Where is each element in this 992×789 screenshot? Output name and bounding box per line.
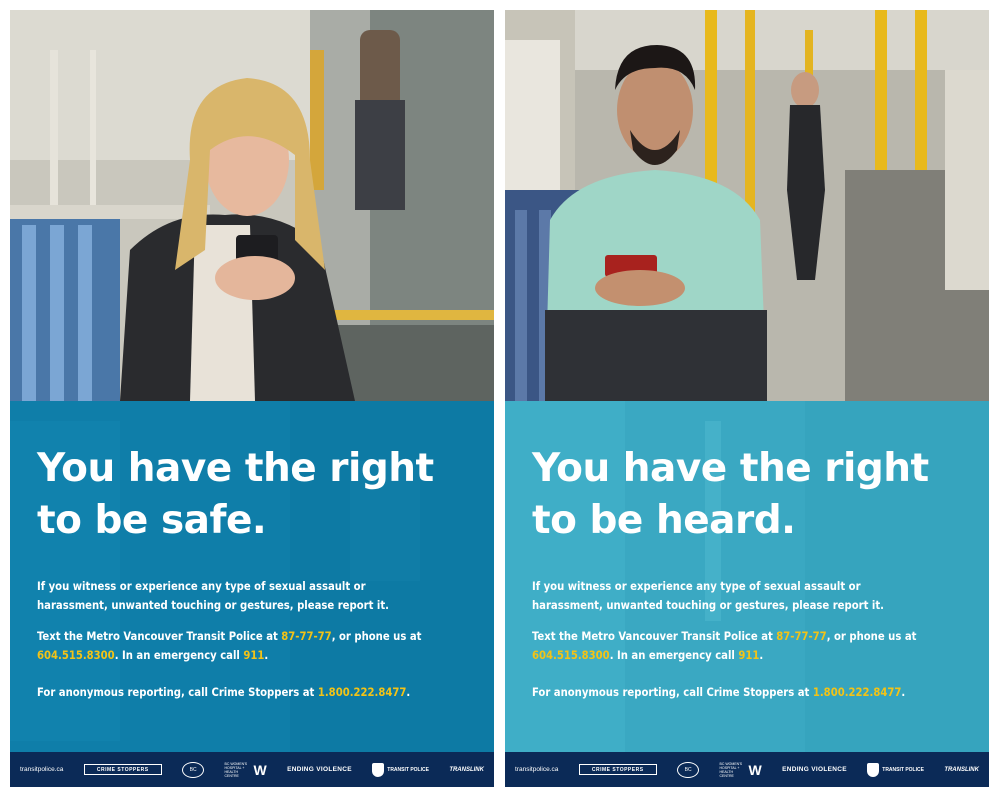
headline-line-1: You have the right	[37, 446, 434, 491]
police-badge-icon	[867, 762, 880, 777]
anonymous-text: For anonymous reporting, call Crime Stop…	[37, 686, 318, 699]
partner-logo-bar: transitpolice.ca CRIME STOPPERS BC BC WO…	[10, 752, 494, 787]
contact-period: .	[264, 649, 269, 662]
bc-government-logo: BC	[182, 761, 205, 778]
anonymous-paragraph: For anonymous reporting, call Crime Stop…	[37, 683, 482, 702]
message-panel: You have the right to be safe. If you wi…	[10, 401, 494, 752]
witness-line-1: If you witness or experience any type of…	[532, 580, 861, 593]
ending-violence-logo: ENDING VIOLENCE	[782, 766, 847, 773]
crime-stoppers-number: 1.800.222.8477	[317, 686, 407, 699]
bc-womens-hospital-logo: BC WOMEN'S HOSPITAL + HEALTH CENTRE W	[719, 762, 761, 778]
contact-paragraph: Text the Metro Vancouver Transit Police …	[37, 627, 482, 665]
bc-womens-w-mark: W	[253, 761, 267, 778]
headline-line-2: to be safe.	[37, 498, 267, 543]
ending-violence-logo: ENDING VIOLENCE	[287, 766, 352, 773]
emergency-number: 911	[243, 649, 265, 662]
bc-womens-w-mark: W	[748, 761, 762, 778]
witness-paragraph: If you witness or experience any type of…	[532, 577, 977, 615]
emergency-text: . In an emergency call	[609, 649, 739, 662]
bc-government-logo: BC	[677, 761, 700, 778]
police-badge-icon	[372, 762, 385, 777]
transit-police-logo: TRANSIT POLICE	[372, 762, 429, 777]
transit-police-label: TRANSIT POLICE	[387, 766, 429, 773]
witness-line-2: harassment, unwanted touching or gesture…	[532, 599, 884, 612]
crime-stoppers-number: 1.800.222.8477	[812, 686, 902, 699]
message-panel: You have the right to be heard. If you w…	[505, 401, 989, 752]
transit-police-label: TRANSIT POLICE	[882, 766, 924, 773]
text-number: 87-77-77	[776, 630, 827, 643]
poster-right-to-be-safe: You have the right to be safe. If you wi…	[10, 10, 494, 787]
poster-right-to-be-heard: You have the right to be heard. If you w…	[505, 10, 989, 787]
crime-stoppers-logo: CRIME STOPPERS	[83, 764, 162, 775]
website-url: transitpolice.ca	[20, 766, 64, 773]
contact-text-mid: , or phone us at	[331, 630, 422, 643]
translink-logo: TRANSLINK	[944, 766, 979, 773]
headline: You have the right to be safe.	[37, 443, 477, 547]
website-url: transitpolice.ca	[515, 766, 559, 773]
headline-line-2: to be heard.	[532, 498, 796, 543]
text-number: 87-77-77	[281, 630, 332, 643]
police-phone-number: 604.515.8300	[37, 649, 115, 662]
emergency-number: 911	[738, 649, 760, 662]
contact-text-prefix: Text the Metro Vancouver Transit Police …	[37, 630, 282, 643]
contact-period: .	[759, 649, 764, 662]
contact-text-prefix: Text the Metro Vancouver Transit Police …	[532, 630, 777, 643]
witness-line-2: harassment, unwanted touching or gesture…	[37, 599, 389, 612]
anonymous-text: For anonymous reporting, call Crime Stop…	[532, 686, 813, 699]
contact-paragraph: Text the Metro Vancouver Transit Police …	[532, 627, 977, 665]
emergency-text: . In an emergency call	[114, 649, 244, 662]
headline: You have the right to be heard.	[532, 443, 972, 547]
witness-line-1: If you witness or experience any type of…	[37, 580, 366, 593]
anonymous-paragraph: For anonymous reporting, call Crime Stop…	[532, 683, 977, 702]
crime-stoppers-logo: CRIME STOPPERS	[578, 764, 657, 775]
anonymous-period: .	[406, 686, 411, 699]
transit-police-logo: TRANSIT POLICE	[867, 762, 924, 777]
bc-womens-hospital-label: BC WOMEN'S HOSPITAL + HEALTH CENTRE	[224, 761, 248, 778]
bc-womens-hospital-logo: BC WOMEN'S HOSPITAL + HEALTH CENTRE W	[224, 762, 266, 778]
partner-logo-bar: transitpolice.ca CRIME STOPPERS BC BC WO…	[505, 752, 989, 787]
bc-womens-hospital-label: BC WOMEN'S HOSPITAL + HEALTH CENTRE	[719, 761, 743, 778]
photo-man-on-train	[505, 10, 989, 401]
anonymous-period: .	[901, 686, 906, 699]
headline-line-1: You have the right	[532, 446, 929, 491]
police-phone-number: 604.515.8300	[532, 649, 610, 662]
contact-text-mid: , or phone us at	[826, 630, 917, 643]
translink-logo: TRANSLINK	[449, 766, 484, 773]
witness-paragraph: If you witness or experience any type of…	[37, 577, 482, 615]
photo-woman-on-train	[10, 10, 494, 401]
